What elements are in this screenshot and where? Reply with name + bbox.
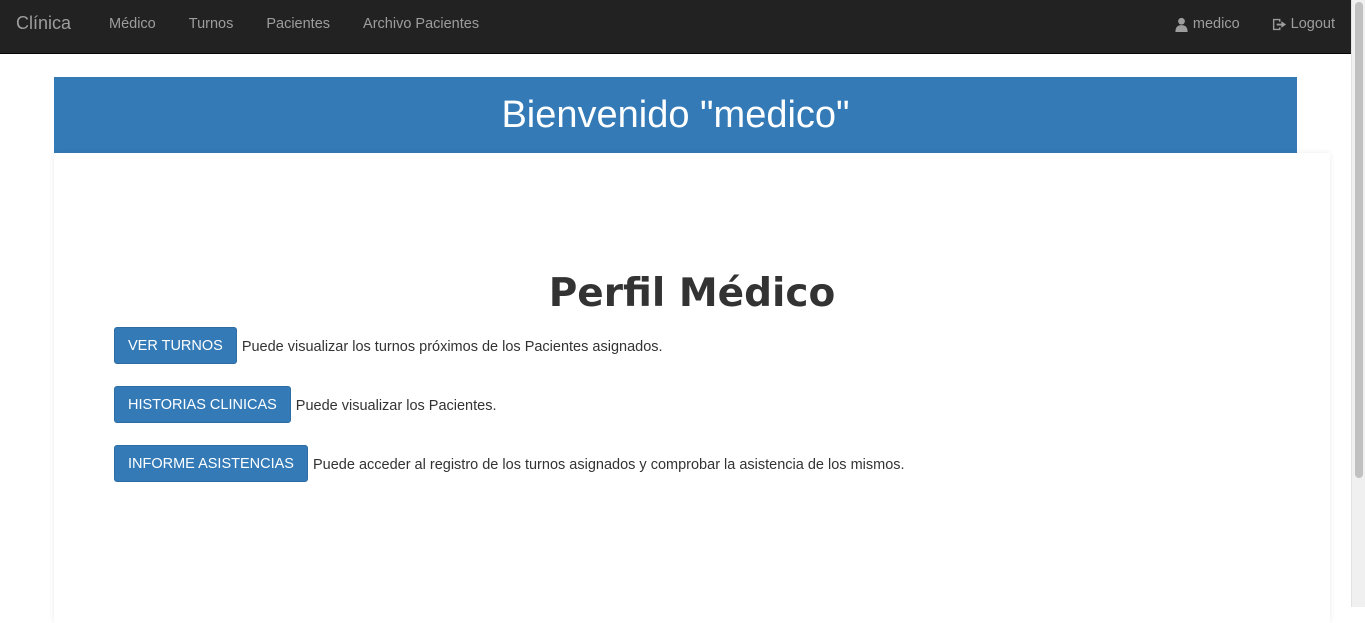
user-name-label: medico [1192,16,1240,32]
ver-turnos-button[interactable]: VER TURNOS [114,327,237,364]
page-scrollbar[interactable] [1351,0,1365,607]
nav-link-archivo-pacientes[interactable]: Archivo Pacientes [363,16,479,32]
brand-link[interactable]: Clínica [16,13,71,34]
profile-panel: Perfil Médico VER TURNOS Puede visualiza… [54,153,1330,623]
informe-asistencias-description: Puede acceder al registro de los turnos … [312,456,905,473]
informe-asistencias-button[interactable]: INFORME ASISTENCIAS [114,445,308,482]
scrollbar-thumb[interactable] [1355,2,1363,478]
nav-link-turnos[interactable]: Turnos [189,16,234,32]
user-menu-link[interactable]: medico [1174,16,1240,32]
welcome-banner: Bienvenido "medico" [54,77,1297,153]
historias-clinicas-description: Puede visualizar los Pacientes. [295,397,497,414]
user-icon [1175,17,1188,32]
welcome-title: Bienvenido "medico" [501,93,850,136]
action-row-informe-asistencias: INFORME ASISTENCIAS Puede acceder al reg… [114,445,905,482]
action-row-historias-clinicas: HISTORIAS CLINICAS Puede visualizar los … [114,386,497,423]
nav-link-pacientes[interactable]: Pacientes [266,16,330,32]
logout-icon [1272,18,1286,30]
nav-links: Médico Turnos Pacientes Archivo Paciente… [109,16,512,32]
logout-label: Logout [1290,16,1335,32]
logout-link[interactable]: Logout [1272,16,1335,32]
nav-link-medico[interactable]: Médico [109,16,156,32]
page-title: Perfil Médico [548,271,836,316]
historias-clinicas-button[interactable]: HISTORIAS CLINICAS [114,386,291,423]
ver-turnos-description: Puede visualizar los turnos próximos de … [241,338,663,355]
nav-right: medico Logout [1174,16,1335,32]
action-row-ver-turnos: VER TURNOS Puede visualizar los turnos p… [114,327,663,364]
navbar: Clínica Médico Turnos Pacientes Archivo … [0,0,1351,54]
